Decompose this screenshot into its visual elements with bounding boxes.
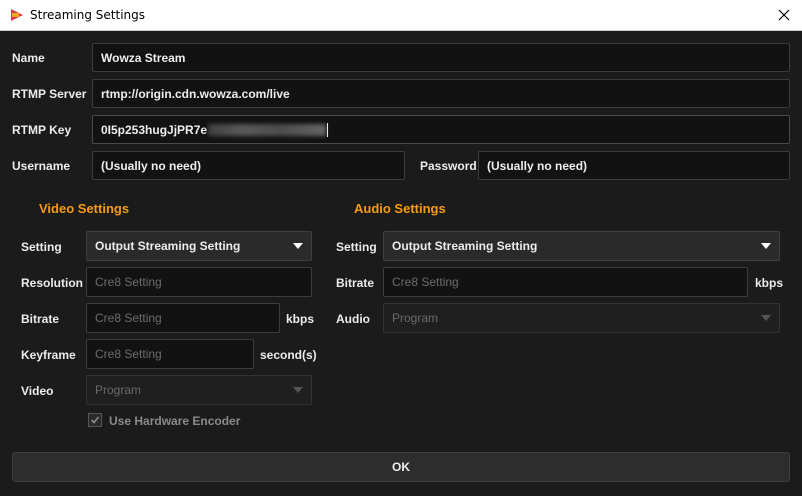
rtmp-key-label: RTMP Key [12,123,72,137]
resolution-input[interactable]: Cre8 Setting [86,267,312,297]
title-bar: Streaming Settings [0,0,802,31]
video-bitrate-input[interactable]: Cre8 Setting [86,303,280,333]
name-input[interactable]: Wowza Stream [92,43,790,72]
keyframe-label: Keyframe [21,348,76,362]
password-label: Password [420,159,477,173]
ok-button[interactable]: OK [12,452,790,482]
text-caret [327,122,329,137]
redacted-key-blur [208,123,327,136]
username-input[interactable]: (Usually no need) [92,151,405,180]
username-label: Username [12,159,71,173]
hw-encoder-label[interactable]: Use Hardware Encoder [109,414,240,428]
video-source-label: Video [21,384,54,398]
checkmark-icon [90,416,100,424]
audio-source-label: Audio [336,312,370,326]
video-source-value: Program [95,383,142,397]
chevron-down-icon [761,243,771,249]
audio-bitrate-label: Bitrate [336,276,375,290]
audio-bitrate-placeholder: Cre8 Setting [392,275,459,289]
video-source-select[interactable]: Program [86,375,312,405]
rtmp-key-input[interactable]: 0I5p253hugJjPR7e [92,115,790,144]
keyframe-placeholder: Cre8 Setting [95,347,162,361]
rtmp-server-label: RTMP Server [12,87,87,101]
audio-setting-label: Setting [336,240,377,254]
name-label: Name [12,51,45,65]
audio-setting-value: Output Streaming Setting [392,239,538,253]
password-value: (Usually no need) [487,158,588,173]
password-input[interactable]: (Usually no need) [478,151,790,180]
window-title: Streaming Settings [30,8,146,22]
audio-settings-heading: Audio Settings [354,201,446,216]
video-bitrate-unit: kbps [286,312,315,326]
audio-setting-select[interactable]: Output Streaming Setting [383,231,780,261]
video-bitrate-placeholder: Cre8 Setting [95,311,162,325]
audio-source-value: Program [392,311,439,325]
username-value: (Usually no need) [101,158,202,173]
video-setting-select[interactable]: Output Streaming Setting [86,231,312,261]
resolution-label: Resolution [21,276,83,290]
app-logo-icon [11,9,23,21]
chevron-down-icon [761,315,771,321]
audio-bitrate-unit: kbps [755,276,784,290]
keyframe-input[interactable]: Cre8 Setting [86,339,254,369]
rtmp-server-input[interactable]: rtmp://origin.cdn.wowza.com/live [92,79,790,108]
rtmp-server-value: rtmp://origin.cdn.wowza.com/live [101,86,290,101]
rtmp-key-value: 0I5p253hugJjPR7e [101,122,208,137]
video-settings-heading: Video Settings [39,201,130,216]
audio-source-select[interactable]: Program [383,303,780,333]
video-setting-label: Setting [21,240,62,254]
ok-button-label: OK [392,460,410,474]
video-setting-value: Output Streaming Setting [95,239,241,253]
video-bitrate-label: Bitrate [21,312,60,326]
audio-bitrate-input[interactable]: Cre8 Setting [383,267,748,297]
hw-encoder-checkbox[interactable] [88,413,102,427]
keyframe-unit: second(s) [260,348,317,362]
chevron-down-icon [293,387,303,393]
resolution-placeholder: Cre8 Setting [95,275,162,289]
chevron-down-icon [293,243,303,249]
name-value: Wowza Stream [101,50,186,65]
close-icon[interactable] [774,5,794,25]
